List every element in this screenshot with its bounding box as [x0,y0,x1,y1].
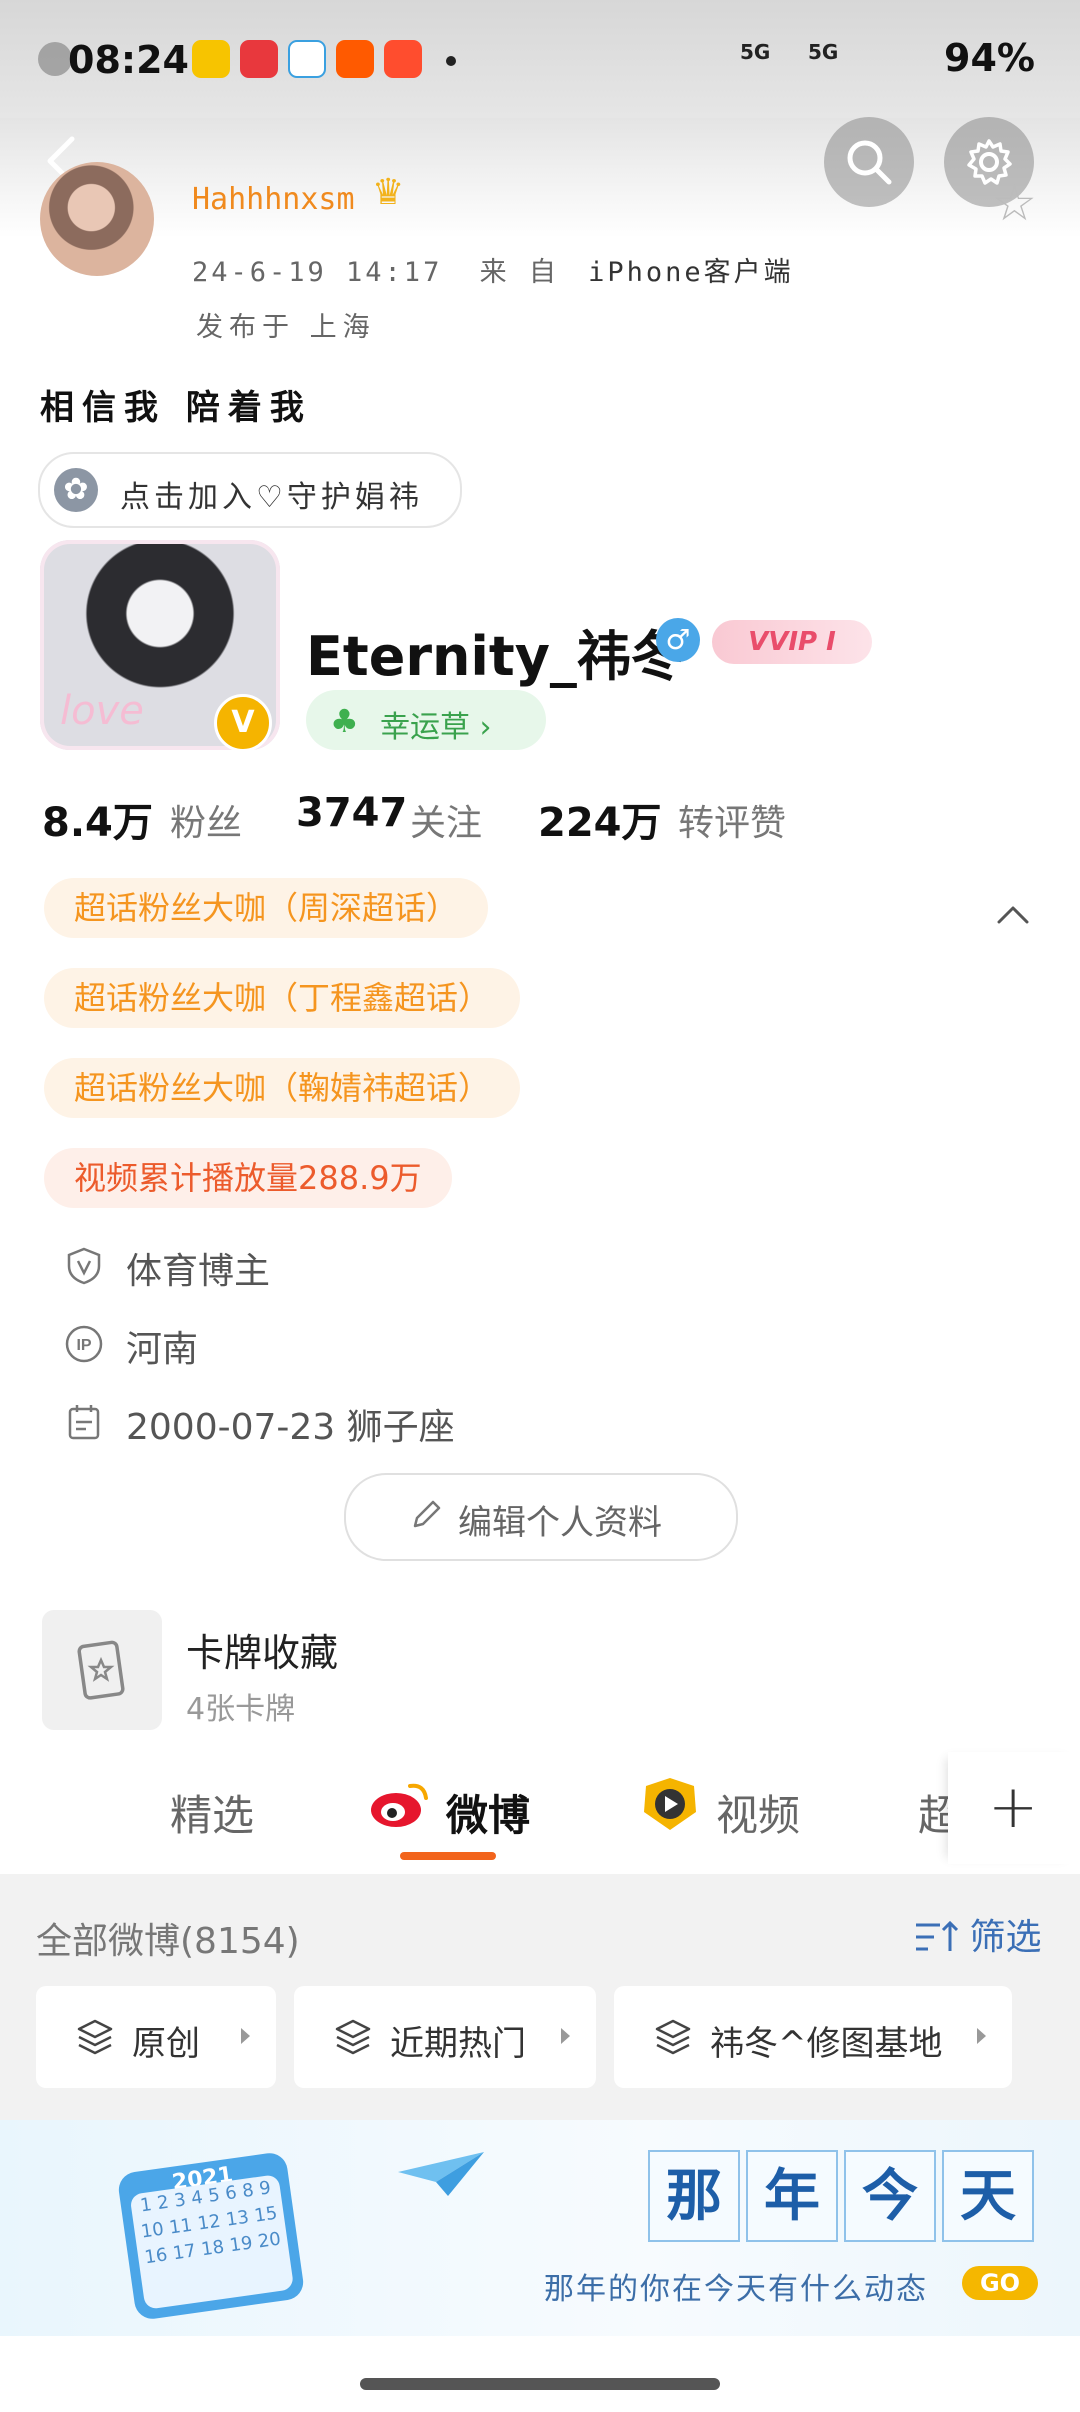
following-label[interactable]: 关注 [410,794,482,846]
chip-label: 近期热门 [390,2024,526,2064]
video-plays-tag[interactable]: 视频累计播放量288.9万 [44,1148,452,1208]
search-button[interactable] [824,117,914,207]
post-location: 发布于 上海 [196,312,376,343]
app-icon [384,40,422,78]
info-birthday: 2000-07-23 狮子座 [126,1407,455,1448]
mobile-icon [288,40,326,78]
pencil-icon [413,1500,441,1528]
weibo-icon [192,40,230,78]
globe-icon [38,42,72,76]
chip-album[interactable]: 祎冬^修图基地 [614,1986,1012,2088]
weibo-icon [371,1783,428,1827]
lucky-clover-button[interactable]: ♣ 幸运草 › [306,690,546,750]
layers-icon [77,2019,113,2055]
calendar-illustration: 2021 1 2 3 4 5 6 8 9 10 11 12 13 15 16 1… [116,2150,306,2322]
v-shield-icon [67,1247,101,1285]
avatar-love-text: love [60,688,144,734]
more-dot [446,56,456,66]
info-ip-location: 河南 [126,1329,199,1370]
network-label-2: 5G [808,40,839,64]
ip-icon: IP [65,1325,103,1363]
post-meta: 24-6-19 14:17 来 自 iPhone客户端 [192,250,794,289]
triangle-right-icon [977,2028,986,2044]
profile-name: Eternity_祎冬 [306,625,685,688]
title-char: 那 [648,2150,740,2242]
clover-icon: ♣ [330,702,359,740]
title-char: 今 [844,2150,936,2242]
crown-icon: ♛ [372,172,405,213]
filter-button[interactable]: 筛选 [914,1908,1041,1960]
layers-icon [655,2019,691,2055]
card-collection-subtitle: 4张卡牌 [186,1692,296,1727]
calendar-icon [68,1405,100,1440]
clover-label: 幸运草 › [380,710,492,745]
home-indicator[interactable] [360,2378,720,2390]
bottom-area [0,2336,1080,2412]
tab-featured[interactable]: 精选 [170,1782,254,1843]
chip-label: 祎冬^修图基地 [710,2024,943,2064]
followers-label[interactable]: 粉丝 [170,794,242,846]
info-occupation: 体育博主 [126,1251,271,1292]
card-icon [77,1640,125,1700]
interactions-label[interactable]: 转评赞 [678,794,786,846]
verified-badge: V [214,694,272,752]
post-source: iPhone客户端 [588,257,794,288]
join-guard-button[interactable]: ✿ 点击加入♡守护娟祎 [38,452,462,528]
plus-icon: + [988,1772,1039,1842]
triangle-right-icon [241,2028,250,2044]
post-text: 相信我 陪着我 [40,388,312,428]
edit-profile-button[interactable]: 编辑个人资料 [344,1473,738,1561]
chip-original[interactable]: 原创 [36,1986,276,2088]
edit-profile-label: 编辑个人资料 [458,1503,662,1543]
layers-icon [335,2019,371,2055]
go-button[interactable]: GO [962,2266,1038,2300]
battery-level: 94% [944,36,1035,80]
add-tab-button[interactable]: + [948,1752,1080,1864]
title-char: 天 [942,2150,1034,2242]
post-author-avatar[interactable] [40,162,154,276]
join-label: 点击加入♡守护娟祎 [120,480,423,515]
filter-icon [916,1920,959,1951]
interactions-count[interactable]: 224万 [538,790,662,848]
paper-plane-icon [398,2152,484,2196]
svg-text:IP: IP [76,1337,91,1354]
badge-tag[interactable]: 超话粉丝大咖（鞠婧祎超话） [44,1058,521,1118]
card-collection-title[interactable]: 卡牌收藏 [186,1622,338,1677]
following-count[interactable]: 3747 [296,790,407,836]
video-icon [644,1778,696,1830]
status-bar: 08:24 5G 5G 94% [0,0,1080,118]
calendar-days: 1 2 3 4 5 6 8 9 10 11 12 13 15 16 17 18 … [129,2174,295,2310]
post-time: 24-6-19 14:17 [192,257,443,288]
card-collection-icon[interactable] [42,1610,162,1730]
news-icon [240,40,278,78]
tab-weibo[interactable]: 微博 [446,1782,530,1843]
triangle-right-icon [561,2028,570,2044]
chevron-up-icon[interactable] [996,898,1030,932]
vvip-badge[interactable]: VVIP I [712,620,872,664]
tab-video[interactable]: 视频 [716,1782,800,1843]
on-this-day-title: 那 年 今 天 [648,2150,1036,2250]
active-tab-indicator [400,1852,496,1860]
status-time: 08:24 [68,38,189,82]
badge-tag[interactable]: 超话粉丝大咖（丁程鑫超话） [44,968,521,1028]
on-this-day-subtitle: 那年的你在今天有什么动态 [544,2272,928,2307]
network-label-1: 5G [740,40,771,64]
followers-count[interactable]: 8.4万 [42,790,153,848]
flower-icon: ✿ [54,468,98,512]
star-icon[interactable]: ☆ [992,174,1037,232]
chip-label: 原创 [132,2024,200,2064]
all-weibo-count: 全部微博(8154) [36,1921,300,1962]
chip-recent-hot[interactable]: 近期热门 [294,1986,596,2088]
badge-tag[interactable]: 超话粉丝大咖（周深超话） [44,878,489,938]
post-author-name[interactable]: Hahhhnxsm [192,182,355,217]
header-bar [0,118,1080,238]
filter-label: 筛选 [969,1917,1042,1958]
title-char: 年 [746,2150,838,2242]
male-icon: ♂ [656,618,700,662]
search-icon [847,140,892,185]
taobao-icon [336,40,374,78]
post-from-prefix: 来 自 [479,257,559,288]
